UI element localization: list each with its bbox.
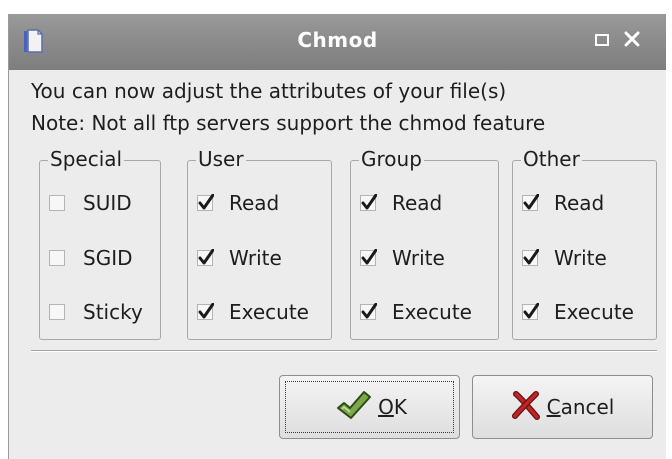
- checkbox-label: Execute: [392, 300, 472, 324]
- checkmark-icon: [361, 194, 377, 210]
- checkbox-box[interactable]: [522, 303, 539, 320]
- checkbox-box[interactable]: [197, 303, 214, 320]
- maximize-icon: [595, 32, 609, 51]
- checkbox-label: Read: [229, 191, 280, 215]
- checkbox-box[interactable]: [197, 194, 214, 211]
- checkmark-icon: [523, 249, 539, 265]
- close-button[interactable]: [621, 30, 643, 52]
- note-message: Note: Not all ftp servers support the ch…: [31, 111, 546, 135]
- checkbox-label: SUID: [83, 191, 132, 215]
- user-group: User Read Write Execute: [187, 147, 332, 340]
- checkbox-label: Write: [229, 246, 282, 270]
- other-execute-checkbox[interactable]: Execute: [522, 299, 634, 325]
- checkbox-label: Read: [554, 191, 605, 215]
- group-write-checkbox[interactable]: Write: [360, 245, 445, 271]
- suid-checkbox[interactable]: SUID: [49, 190, 132, 216]
- ok-label-rest: K: [393, 395, 407, 419]
- ok-check-icon: [332, 388, 372, 427]
- sticky-checkbox[interactable]: Sticky: [49, 299, 143, 325]
- group-label: Special: [48, 147, 125, 171]
- group-label: User: [196, 147, 246, 171]
- checkbox-box[interactable]: [49, 250, 65, 266]
- info-message: You can now adjust the attributes of you…: [31, 79, 507, 103]
- group-label: Other: [521, 147, 582, 171]
- ok-button-label: OK: [378, 395, 407, 419]
- group-execute-checkbox[interactable]: Execute: [360, 299, 472, 325]
- separator: [31, 350, 657, 352]
- other-group: Other Read Write Execute: [512, 147, 657, 340]
- other-read-checkbox[interactable]: Read: [522, 190, 604, 216]
- sgid-checkbox[interactable]: SGID: [49, 245, 133, 271]
- checkbox-box[interactable]: [49, 304, 65, 320]
- cancel-button-label: Cancel: [547, 395, 615, 419]
- cancel-x-icon: [511, 390, 541, 425]
- checkbox-label: Read: [392, 191, 443, 215]
- group-group: Group Read Write Execute: [350, 147, 499, 340]
- special-group: Special SUID SGID Sticky: [39, 147, 161, 340]
- checkbox-box[interactable]: [522, 194, 539, 211]
- user-read-checkbox[interactable]: Read: [197, 190, 279, 216]
- checkmark-icon: [198, 249, 214, 265]
- checkbox-label: SGID: [83, 246, 133, 270]
- maximize-button[interactable]: [591, 30, 613, 52]
- close-icon: [624, 31, 640, 51]
- checkmark-icon: [198, 194, 214, 210]
- checkbox-box[interactable]: [360, 303, 377, 320]
- checkmark-icon: [523, 194, 539, 210]
- checkmark-icon: [523, 303, 539, 319]
- checkbox-label: Write: [554, 246, 607, 270]
- cancel-mnemonic: C: [546, 395, 561, 419]
- user-execute-checkbox[interactable]: Execute: [197, 299, 309, 325]
- checkbox-label: Execute: [554, 300, 634, 324]
- cancel-label-rest: ancel: [560, 395, 615, 419]
- checkbox-label: Write: [392, 246, 445, 270]
- group-label: Group: [359, 147, 424, 171]
- checkbox-box[interactable]: [197, 249, 214, 266]
- checkbox-box[interactable]: [360, 194, 377, 211]
- ok-mnemonic: O: [378, 395, 394, 419]
- user-write-checkbox[interactable]: Write: [197, 245, 282, 271]
- group-read-checkbox[interactable]: Read: [360, 190, 442, 216]
- checkbox-box[interactable]: [360, 249, 377, 266]
- checkmark-icon: [361, 249, 377, 265]
- chmod-dialog: Chmod You can now adjust the attributes …: [8, 14, 666, 459]
- checkmark-icon: [361, 303, 377, 319]
- checkbox-label: Execute: [229, 300, 309, 324]
- ok-button[interactable]: OK: [279, 375, 460, 439]
- checkbox-box[interactable]: [49, 195, 65, 211]
- other-write-checkbox[interactable]: Write: [522, 245, 607, 271]
- window-title: Chmod: [297, 28, 378, 52]
- checkbox-label: Sticky: [83, 300, 143, 324]
- cancel-button[interactable]: Cancel: [472, 375, 653, 439]
- checkbox-box[interactable]: [522, 249, 539, 266]
- title-bar[interactable]: Chmod: [9, 14, 666, 70]
- checkmark-icon: [198, 303, 214, 319]
